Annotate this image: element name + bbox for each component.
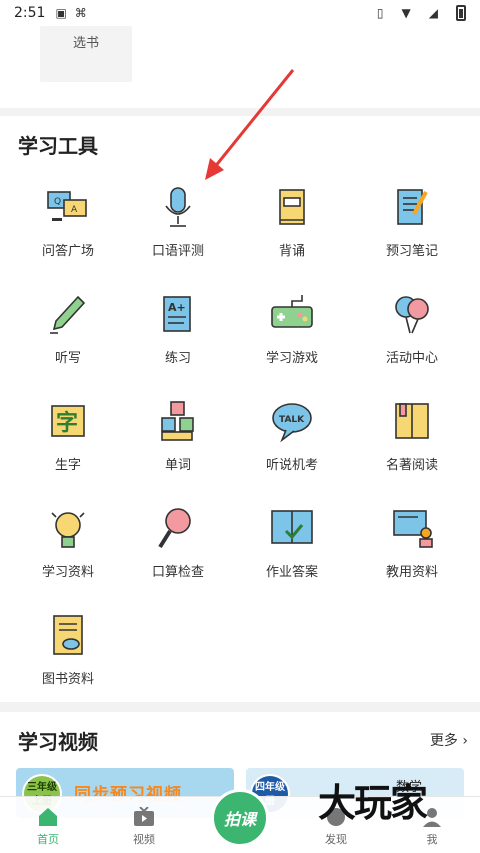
balloons-icon	[395, 296, 429, 334]
select-book-label: 选书	[72, 36, 99, 51]
tool-item-gamepad[interactable]: 学习游戏	[232, 291, 352, 391]
tool-item-magnifier[interactable]: 口算检查	[118, 505, 238, 605]
section-title-tools: 学习工具	[18, 134, 98, 158]
tool-label: 图书资料	[41, 672, 94, 687]
signal-icon: ◢	[428, 6, 438, 20]
select-book-button[interactable]: 选书	[40, 26, 132, 82]
tool-label: 背诵	[278, 244, 305, 259]
learning-tools-section: 学习工具 Q A 问答广场 口语评测 背诵 预习笔记 听写 A+ 练习 学习游戏 活动中心字生字 单词…	[0, 116, 480, 702]
open-book-icon	[395, 403, 429, 439]
microphone-icon	[165, 187, 191, 227]
home-icon	[39, 808, 57, 826]
document-cloud-icon	[53, 615, 83, 655]
tool-item-open-book[interactable]: 名著阅读	[352, 398, 472, 498]
battery-icon	[456, 5, 466, 21]
talk-bubble-icon: TALK	[272, 403, 312, 443]
chevron-right-icon: ›	[462, 733, 468, 749]
gamepad-icon	[271, 295, 313, 328]
magnifier-icon	[158, 508, 191, 549]
tool-item-qa-chat[interactable]: Q A 问答广场	[8, 184, 128, 284]
nav-discover-label: 发现	[325, 833, 347, 846]
notification-a-icon: ▣	[55, 6, 67, 20]
pen-icon	[50, 295, 86, 334]
svg-text:A: A	[71, 205, 78, 215]
tool-item-talk-bubble[interactable]: TALK 听说机考	[232, 398, 352, 498]
tool-label: 练习	[164, 351, 191, 366]
character-icon: 字	[51, 405, 85, 437]
notification-app-icon: ⌘	[74, 6, 87, 20]
nav-video-label: 视频	[133, 833, 155, 846]
tool-label: 听说机考	[265, 458, 318, 473]
status-time: 2:51	[14, 5, 46, 21]
tool-label: 学习资料	[41, 565, 94, 580]
tool-label: 问答广场	[41, 244, 94, 259]
tool-item-document-cloud[interactable]: 图书资料	[8, 612, 128, 712]
tool-item-book[interactable]: 背诵	[232, 184, 352, 284]
tool-item-character[interactable]: 字生字	[8, 398, 128, 498]
tool-item-microphone[interactable]: 口语评测	[118, 184, 238, 284]
tool-item-notebook-pen[interactable]: 预习笔记	[352, 184, 472, 284]
photo-lesson-button[interactable]: 拍课	[211, 789, 269, 847]
qa-chat-icon: QA	[47, 191, 87, 221]
letter-blocks-icon	[161, 401, 194, 441]
notebook-pen-icon	[397, 189, 428, 225]
tool-item-answer-book[interactable]: 作业答案	[232, 505, 352, 605]
tool-label: 单词	[164, 458, 191, 473]
tool-item-balloons[interactable]: 活动中心	[352, 291, 472, 391]
tool-item-lightbulb[interactable]: 学习资料	[8, 505, 128, 605]
tool-item-letter-blocks[interactable]: 单词	[118, 398, 238, 498]
tool-label: 作业答案	[265, 565, 318, 580]
more-link[interactable]: 更多 ›	[430, 730, 468, 750]
svg-text:TALK: TALK	[279, 415, 305, 425]
vibrate-icon: ▯	[376, 6, 384, 20]
tool-item-pen[interactable]: 听写	[8, 291, 128, 391]
tool-label: 口算检查	[151, 565, 204, 580]
nav-home-label: 首页	[37, 833, 59, 846]
status-bar: 2:51 ▣ ⌘ ▯ ▼ ◢	[0, 0, 480, 26]
answer-book-icon	[271, 510, 313, 544]
tool-label: 口语评测	[151, 244, 204, 259]
tool-label: 名著阅读	[385, 458, 438, 473]
section-title-video: 学习视频	[18, 730, 98, 754]
svg-text:字: 字	[56, 410, 78, 436]
nav-me-label: 我	[426, 833, 438, 846]
tv-icon	[134, 807, 154, 826]
book-icon	[279, 189, 305, 225]
nav-home[interactable]: 首页	[18, 807, 78, 847]
teacher-board-icon	[393, 510, 433, 548]
svg-text:Q: Q	[54, 197, 61, 207]
tool-item-exercise-sheet[interactable]: A+ 练习	[118, 291, 238, 391]
tool-label: 生字	[54, 458, 81, 473]
exercise-sheet-icon: A+	[163, 296, 191, 332]
tool-label: 预习笔记	[385, 244, 438, 259]
more-label: 更多	[429, 733, 458, 749]
lightbulb-icon	[51, 512, 85, 548]
watermark-logo: 大玩家	[318, 780, 428, 825]
svg-text:A+: A+	[168, 301, 186, 314]
top-card: 选书	[0, 26, 480, 108]
tool-item-teacher-board[interactable]: 教用资料	[352, 505, 472, 605]
tool-label: 听写	[54, 351, 81, 366]
tool-label: 活动中心	[385, 351, 438, 366]
badge-line1: 三年级	[27, 782, 57, 793]
tool-label: 教用资料	[385, 565, 438, 580]
badge2-line1: 四年级	[255, 782, 285, 793]
center-label: 拍课	[223, 810, 256, 829]
wifi-icon: ▼	[401, 6, 411, 20]
nav-video[interactable]: 视频	[114, 807, 174, 847]
tool-label: 学习游戏	[265, 351, 318, 366]
